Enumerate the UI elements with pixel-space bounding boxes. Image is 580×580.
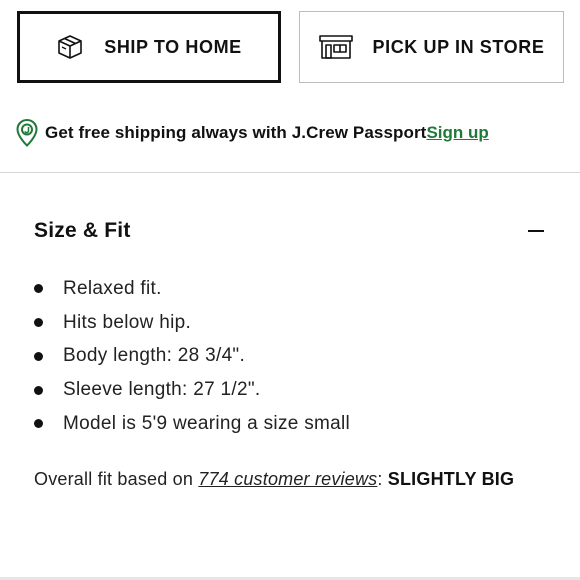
sign-up-link[interactable]: Sign up [426,123,488,143]
section-divider [0,172,580,173]
location-pin-icon [16,118,38,147]
bullet-icon [34,284,43,294]
ship-to-home-label: SHIP TO HOME [104,36,242,57]
overall-fit-value: SLIGHTLY BIG [387,469,515,489]
minus-icon[interactable] [522,217,550,245]
list-item: Relaxed fit. [33,272,350,306]
list-item: Model is 5'9 wearing a size small [33,407,350,441]
package-box-icon [56,34,84,60]
list-item: Hits below hip. [33,306,350,340]
overall-fit-summary: Overall fit based on 774 customer review… [34,469,514,490]
list-item-text: Sleeve length: 27 1/2". [63,379,261,401]
passport-text: Get free shipping always with J.Crew Pas… [45,123,427,142]
size-fit-header[interactable]: Size & Fit [34,213,550,249]
bullet-icon [34,385,43,395]
passport-promo: Get free shipping always with J.Crew Pas… [16,118,489,148]
list-item-text: Hits below hip. [63,311,192,333]
pick-up-in-store-label: PICK UP IN STORE [372,36,545,57]
list-item-text: Model is 5'9 wearing a size small [63,412,351,434]
size-fit-list: Relaxed fit. Hits below hip. Body length… [33,272,350,441]
list-item: Body length: 28 3/4". [33,340,350,374]
delivery-options: SHIP TO HOME PICK UP IN STORE [17,11,564,83]
overall-fit-prefix: Overall fit based on [34,469,199,489]
storefront-icon [318,35,353,59]
list-item-text: Body length: 28 3/4". [63,345,246,367]
size-fit-title: Size & Fit [34,219,131,242]
product-details-panel: SHIP TO HOME PICK UP IN STORE Get free s… [0,0,580,580]
overall-fit-separator: : [377,469,388,489]
pick-up-in-store-button[interactable]: PICK UP IN STORE [299,11,564,83]
bullet-icon [34,419,43,429]
list-item: Sleeve length: 27 1/2". [33,373,350,407]
ship-to-home-button[interactable]: SHIP TO HOME [17,11,281,83]
bullet-icon [34,351,43,361]
list-item-text: Relaxed fit. [63,277,162,299]
customer-reviews-link[interactable]: 774 customer reviews [198,469,377,489]
bullet-icon [34,318,43,328]
